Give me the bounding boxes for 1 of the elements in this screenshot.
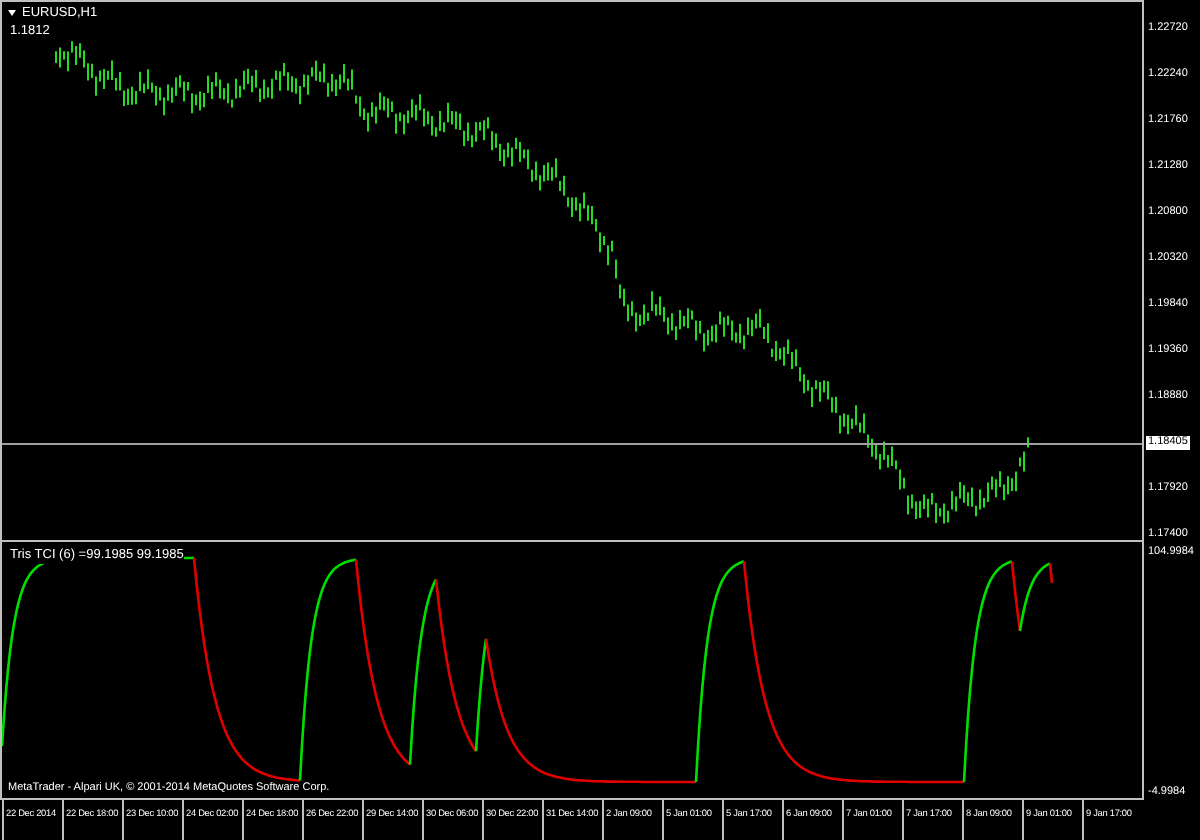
dropdown-triangle-icon	[8, 10, 16, 16]
